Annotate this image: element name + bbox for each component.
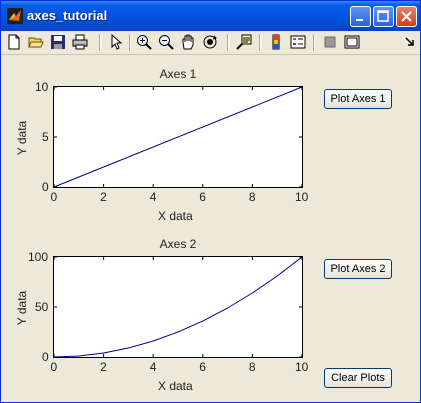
- plot-axes-2-button[interactable]: Plot Axes 2: [324, 259, 392, 279]
- data-cursor-icon[interactable]: [235, 33, 253, 51]
- axes-2-line-canvas: [53, 256, 303, 358]
- hide-plot-tools-icon[interactable]: [321, 33, 339, 51]
- axes-1-x-tick-label: 2: [100, 190, 107, 204]
- axes-2-y-tick-label: 0: [42, 350, 49, 364]
- rotate-3d-icon[interactable]: [201, 33, 219, 51]
- close-icon: [401, 11, 412, 22]
- axes-1-x-tick-label: 6: [199, 190, 206, 204]
- axes-2-x-tick-label: 2: [100, 360, 107, 374]
- axes-1-y-tick-label: 5: [42, 130, 49, 144]
- close-button[interactable]: [396, 6, 417, 27]
- show-plot-tools-icon[interactable]: [343, 33, 361, 51]
- axes-2-y-tick-label: 50: [35, 300, 49, 314]
- axes-2-x-tick-label: 0: [50, 360, 58, 374]
- toolbar-separator: [259, 34, 261, 51]
- toolbar-separator: [313, 34, 315, 51]
- window-title: axes_tutorial: [27, 8, 108, 23]
- axes-1-x-tick-label: 8: [248, 190, 256, 204]
- select-arrow-icon[interactable]: [107, 33, 125, 51]
- axes-1-line-canvas: [53, 86, 303, 188]
- plot-axes-1-button[interactable]: Plot Axes 1: [324, 89, 392, 109]
- minimize-icon: [356, 19, 363, 21]
- axes-2-y-tick-label: 100: [28, 250, 49, 264]
- legend-icon[interactable]: [289, 33, 307, 51]
- figure-toolbar: [1, 31, 420, 55]
- toolbar-separator: [99, 34, 101, 51]
- clear-plots-button[interactable]: Clear Plots: [324, 368, 392, 388]
- axes-1-ylabel: Y data: [15, 120, 29, 156]
- new-file-icon[interactable]: [5, 33, 23, 51]
- print-icon[interactable]: [71, 33, 89, 51]
- app-window: axes_tutorial Axes 1 X data Y data 0 2 4…: [0, 0, 421, 403]
- pan-hand-icon[interactable]: [179, 33, 197, 51]
- axes-2-x-tick-label: 10: [295, 360, 309, 374]
- zoom-out-icon[interactable]: [157, 33, 175, 51]
- axes-1-x-tick-label: 0: [50, 190, 58, 204]
- open-folder-icon[interactable]: [27, 33, 45, 51]
- axes-1-x-tick-label: 10: [295, 190, 309, 204]
- axes-2-ylabel: Y data: [15, 290, 29, 326]
- axes-1-plot-area[interactable]: [53, 86, 303, 188]
- axes-1-y-tick-label: 10: [35, 80, 49, 94]
- axes-2-xlabel: X data: [158, 379, 193, 393]
- axes-2-data-line: [53, 256, 303, 358]
- toolbar-separator: [129, 34, 131, 51]
- axes-1-xlabel: X data: [158, 209, 193, 223]
- maximize-button[interactable]: [373, 6, 394, 27]
- axes-1-data-line: [53, 86, 303, 188]
- save-icon[interactable]: [49, 33, 67, 51]
- dock-arrow-icon[interactable]: [401, 33, 419, 51]
- axes-1-title: Axes 1: [159, 67, 197, 81]
- axes-1-y-tick-label: 0: [42, 180, 49, 194]
- title-bar[interactable]: axes_tutorial: [1, 1, 420, 31]
- axes-2-x-tick-label: 4: [149, 360, 157, 374]
- matlab-logo-icon: [7, 8, 23, 24]
- axes-1-x-tick-label: 4: [149, 190, 157, 204]
- axes-2-x-tick-label: 6: [199, 360, 206, 374]
- axes-2-plot-area[interactable]: [53, 256, 303, 358]
- toolbar-separator: [227, 34, 229, 51]
- axes-2-x-tick-label: 8: [248, 360, 256, 374]
- figure-panel: Axes 1 X data Y data 0 2 4 6 8 10 0 5 10 Axes 2 …: [3, 56, 418, 401]
- zoom-in-icon[interactable]: [135, 33, 153, 51]
- axes-2-title: Axes 2: [159, 237, 197, 251]
- colorbar-icon[interactable]: [267, 33, 285, 51]
- minimize-button[interactable]: [350, 6, 371, 27]
- maximize-icon: [377, 10, 389, 22]
